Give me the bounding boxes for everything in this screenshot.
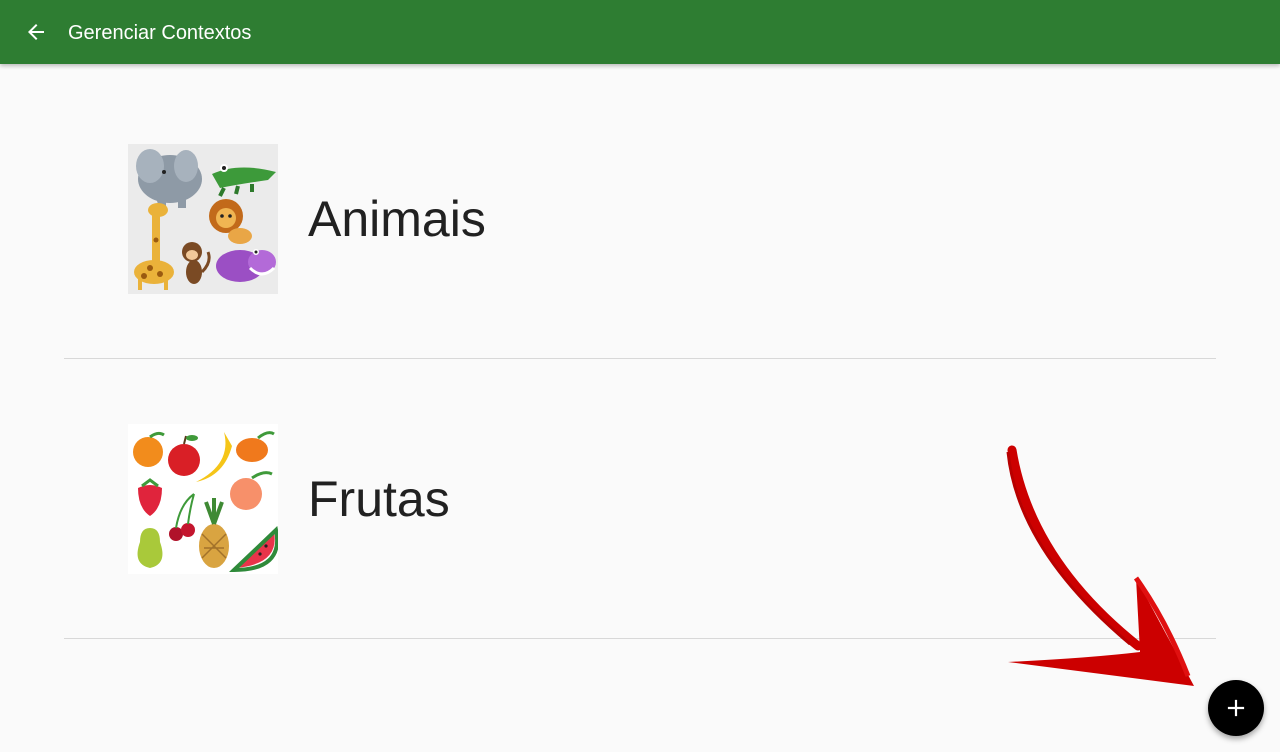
context-label: Frutas — [308, 471, 450, 527]
add-context-button[interactable] — [1208, 680, 1264, 736]
plus-icon — [1227, 699, 1245, 717]
fruits-thumbnail — [128, 424, 278, 574]
context-item-animais[interactable]: Animais — [64, 64, 1216, 359]
animals-thumbnail — [128, 144, 278, 294]
back-button[interactable] — [16, 12, 56, 52]
arrow-left-icon — [28, 24, 44, 40]
context-list: Animais Frutas — [64, 64, 1216, 639]
context-label: Animais — [308, 191, 486, 247]
context-item-frutas[interactable]: Frutas — [64, 359, 1216, 639]
app-bar: Gerenciar Contextos — [0, 0, 1280, 64]
page-title: Gerenciar Contextos — [68, 22, 252, 44]
